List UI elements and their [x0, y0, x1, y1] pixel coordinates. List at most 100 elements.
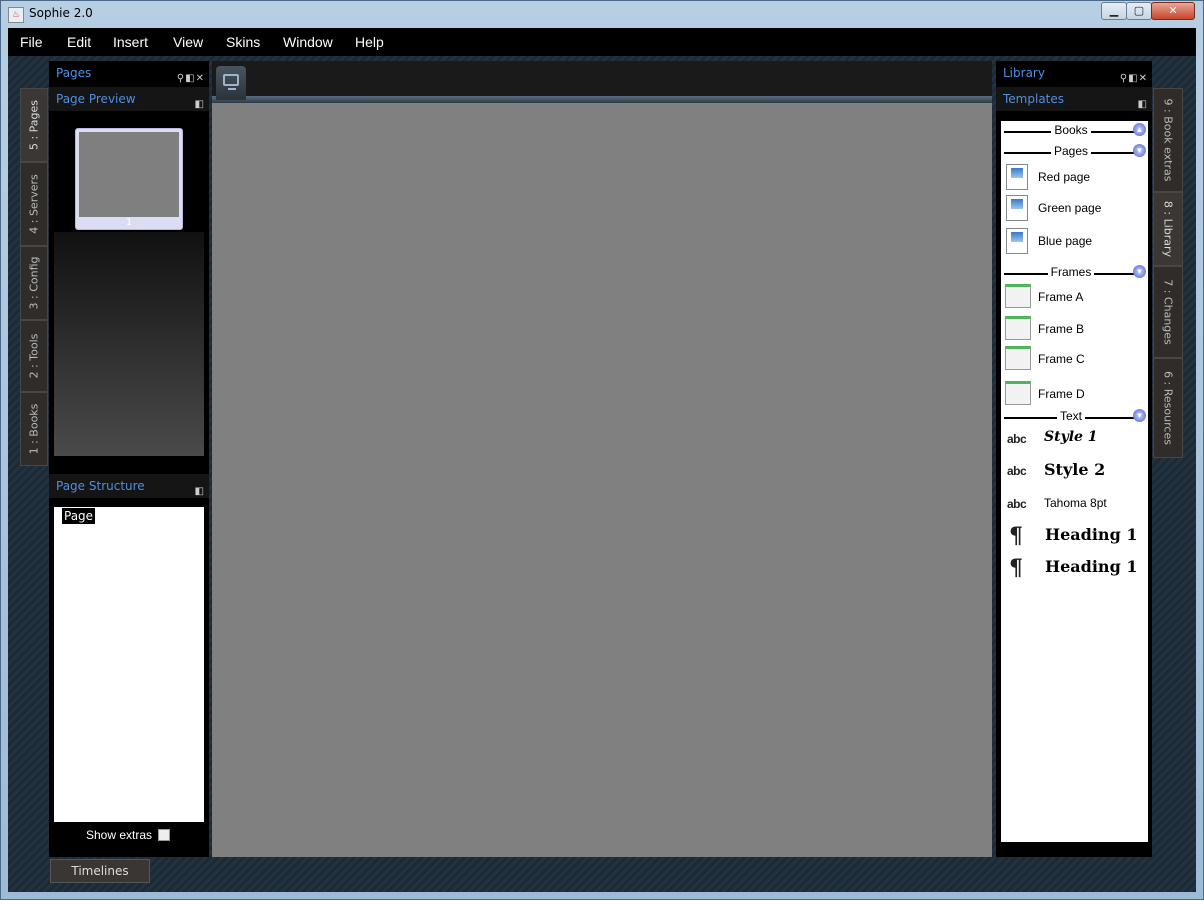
library-panel-header: Library ⚲◧✕	[996, 61, 1152, 85]
template-red-page[interactable]: Red page	[1004, 163, 1144, 191]
page-thumbnail-image	[79, 132, 179, 217]
page-thumbnail[interactable]: 1	[75, 128, 183, 230]
menu-bar: File Edit Insert View Skins Window Help	[8, 28, 1196, 56]
library-panel-title: Library	[1003, 66, 1045, 80]
tab-pages[interactable]: 5 : Pages	[20, 88, 48, 162]
tab-books[interactable]: 1 : Books	[20, 392, 48, 466]
template-label: Frame D	[1038, 387, 1085, 401]
download-icon[interactable]: ▾	[1133, 409, 1146, 422]
page-structure-tree: Page	[54, 507, 204, 822]
menu-file[interactable]: File	[20, 34, 43, 50]
page-structure-title: Page Structure	[56, 479, 145, 493]
page-icon	[1006, 164, 1028, 190]
pages-panel-title: Pages	[56, 66, 92, 80]
pilcrow-icon: ¶	[1009, 555, 1023, 581]
text-heading-1[interactable]: ¶ Heading 1	[1004, 521, 1144, 549]
template-label: Frame B	[1038, 322, 1085, 336]
template-label: Green page	[1038, 201, 1102, 215]
tab-timelines[interactable]: Timelines	[50, 859, 150, 883]
template-label: Style 1	[1044, 429, 1098, 445]
tab-pages-label: 5 : Pages	[27, 99, 41, 151]
minimize-button[interactable]: ▁	[1101, 2, 1127, 20]
template-label: Heading 1	[1045, 525, 1138, 544]
section-text[interactable]: Text ▾	[1004, 409, 1146, 424]
tab-library[interactable]: 8 : Library	[1153, 192, 1183, 266]
template-green-page[interactable]: Green page	[1004, 194, 1144, 222]
template-label: Red page	[1038, 170, 1091, 184]
template-frame-d[interactable]: Frame D	[1004, 380, 1144, 408]
tab-config[interactable]: 3 : Config	[20, 246, 48, 320]
page-number: 1	[125, 217, 133, 228]
section-frames[interactable]: Frames ▾	[1004, 265, 1146, 280]
frame-icon	[1005, 284, 1031, 308]
menu-edit[interactable]: Edit	[67, 34, 91, 50]
document-tab-bar	[212, 61, 992, 97]
menu-window[interactable]: Window	[283, 34, 333, 50]
tab-resources-label: 6 : Resources	[1161, 371, 1175, 445]
frame-icon	[1005, 316, 1031, 340]
show-extras-checkbox[interactable]	[158, 829, 170, 841]
text-heading-1-alt[interactable]: ¶ Heading 1	[1004, 553, 1144, 581]
detach-icon[interactable]: ◧	[195, 480, 205, 504]
abc-icon: abc	[1007, 497, 1027, 511]
section-text-label: Text	[1056, 409, 1085, 423]
maximize-button[interactable]: ▢	[1126, 2, 1152, 20]
template-label: Heading 1	[1045, 557, 1138, 576]
text-style-1[interactable]: abc Style 1	[1004, 424, 1144, 452]
frame-icon	[1005, 346, 1031, 370]
templates-list: Books ▴ Pages ▾ Red page Green page Blue…	[1001, 121, 1148, 842]
tab-changes[interactable]: 7 : Changes	[1153, 266, 1183, 358]
template-frame-c[interactable]: Frame C	[1004, 345, 1144, 373]
tab-library-label: 8 : Library	[1161, 200, 1175, 258]
templates-header: Templates ◧	[996, 87, 1152, 111]
tab-book-extras-label: 9 : Book extras	[1161, 98, 1175, 182]
section-pages-label: Pages	[1050, 144, 1092, 158]
tab-servers[interactable]: 4 : Servers	[20, 162, 48, 246]
page-icon	[1006, 195, 1028, 221]
page-structure-header: Page Structure ◧	[49, 474, 209, 498]
monitor-stand	[228, 88, 236, 90]
status-strip	[0, 900, 1204, 906]
page-preview-title: Page Preview	[56, 92, 136, 106]
template-blue-page[interactable]: Blue page	[1004, 227, 1144, 255]
menu-help[interactable]: Help	[355, 34, 384, 50]
tab-book-extras[interactable]: 9 : Book extras	[1153, 88, 1183, 192]
tab-resources[interactable]: 6 : Resources	[1153, 358, 1183, 458]
detach-icon[interactable]: ◧	[195, 93, 205, 117]
download-icon[interactable]: ▾	[1133, 265, 1146, 278]
section-books[interactable]: Books ▴	[1004, 123, 1146, 138]
menu-insert[interactable]: Insert	[113, 34, 148, 50]
tab-config-label: 3 : Config	[27, 256, 41, 310]
tab-books-label: 1 : Books	[27, 403, 41, 455]
collapse-icon[interactable]: ▴	[1133, 123, 1146, 136]
menu-view[interactable]: View	[173, 34, 203, 50]
template-frame-b[interactable]: Frame B	[1004, 315, 1144, 343]
section-frames-label: Frames	[1047, 265, 1095, 279]
page-icon	[1006, 228, 1028, 254]
text-style-2[interactable]: abc Style 2	[1004, 456, 1144, 484]
template-label: Tahoma 8pt	[1044, 496, 1107, 510]
document-tab[interactable]	[216, 66, 246, 100]
menu-skins[interactable]: Skins	[226, 34, 260, 50]
title-bar: ♨ Sophie 2.0 ▁ ▢ ✕	[0, 0, 1204, 28]
java-icon: ♨	[8, 7, 24, 23]
template-label: Frame A	[1038, 290, 1084, 304]
close-button[interactable]: ✕	[1151, 2, 1195, 20]
template-frame-a[interactable]: Frame A	[1004, 283, 1144, 311]
detach-icon[interactable]: ◧	[1138, 93, 1148, 117]
template-label: Style 2	[1044, 460, 1106, 479]
page-preview-area	[54, 232, 204, 456]
text-tahoma-8pt[interactable]: abc Tahoma 8pt	[1004, 489, 1144, 517]
tab-tools-label: 2 : Tools	[27, 333, 41, 379]
page-canvas[interactable]	[212, 103, 992, 857]
tab-tools[interactable]: 2 : Tools	[20, 320, 48, 392]
pilcrow-icon: ¶	[1009, 523, 1023, 549]
frame-icon	[1005, 381, 1031, 405]
tree-item-page[interactable]: Page	[62, 508, 96, 524]
templates-title: Templates	[1003, 92, 1065, 106]
abc-icon: abc	[1007, 464, 1027, 478]
pages-panel-header: Pages ⚲◧✕	[49, 61, 209, 85]
download-icon[interactable]: ▾	[1133, 144, 1146, 157]
tab-changes-label: 7 : Changes	[1161, 279, 1175, 345]
section-pages[interactable]: Pages ▾	[1004, 144, 1146, 159]
